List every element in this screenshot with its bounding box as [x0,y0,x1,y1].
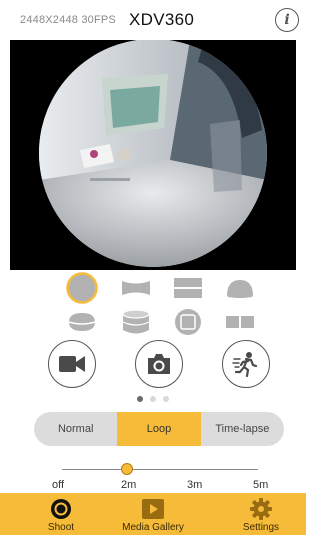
slider-label-off: off [52,479,65,491]
slider-thumb[interactable] [121,463,133,475]
loop-duration-slider[interactable]: off 2m 3m 5m [0,460,306,494]
nav-gallery-label: Media Gallery [122,522,184,533]
nav-shoot-label: Shoot [47,522,75,533]
slider-track[interactable] [62,469,258,470]
panorama-curved-icon[interactable] [120,274,152,302]
mode-normal-tab[interactable]: Normal [34,412,117,446]
nav-settings[interactable]: Settings [240,493,282,535]
nav-media-gallery[interactable]: Media Gallery [121,493,185,535]
fisheye-image [10,40,296,270]
motion-detect-button[interactable] [222,340,270,388]
slider-label-2m: 2m [121,479,137,491]
nav-shoot[interactable]: Shoot [46,493,76,535]
nav-settings-label: Settings [242,522,280,533]
pager-dot-1[interactable] [137,396,143,402]
pager-dot-3[interactable] [163,396,169,402]
slider-label-5m: 5m [253,479,269,491]
slider-label-3m: 3m [187,479,203,491]
pager-dots [0,396,306,402]
pager-dot-2[interactable] [150,396,156,402]
shoot-icon [50,498,72,520]
dome-icon[interactable] [224,274,256,302]
split-dual-icon[interactable] [172,274,204,302]
mode-loop-tab[interactable]: Loop [117,412,201,446]
take-photo-button[interactable] [135,340,183,388]
record-video-button[interactable] [48,340,96,388]
info-icon[interactable]: i [275,8,299,32]
runner-motion-icon [232,352,258,378]
live-preview[interactable] [10,40,296,270]
view-mode-grid [0,270,306,340]
mode-timelapse-tab[interactable]: Time-lapse [201,412,284,446]
camera-icon [148,354,170,374]
top-bar: 2448X2448 30FPS XDV360 i [0,0,306,40]
planet-square-icon[interactable] [172,308,204,336]
cylinder-icon[interactable] [120,308,152,336]
sphere-view-icon[interactable] [66,272,98,304]
capture-mode-selector: Normal Loop Time-lapse [34,412,284,446]
play-gallery-icon [141,498,165,520]
bowl-icon[interactable] [66,308,98,336]
resolution-label: 2448X2448 30FPS [20,14,116,26]
gear-icon [250,498,272,520]
camera-model-title: XDV360 [129,10,195,29]
bottom-nav: Shoot Media Gallery Settings [0,493,306,535]
dual-rect-icon[interactable] [224,308,256,336]
video-camera-icon [59,356,85,372]
